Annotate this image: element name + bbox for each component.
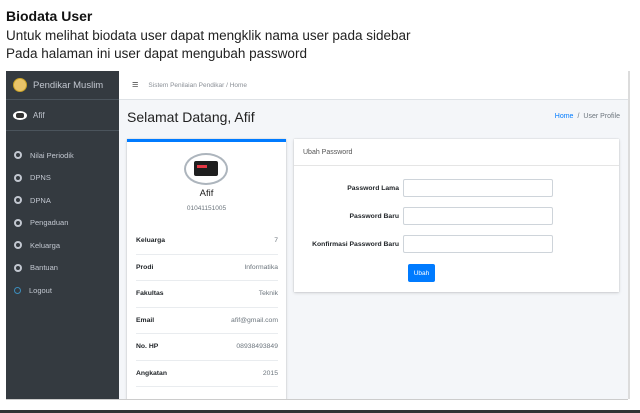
user-avatar-icon — [13, 110, 27, 120]
sidebar-item-label: Bantuan — [30, 263, 58, 273]
sidebar-item-nilai-periodik[interactable]: Nilai Periodik — [6, 144, 119, 167]
info-label: Angkatan — [136, 369, 167, 377]
page-title: Selamat Datang, Afif — [127, 109, 255, 125]
sidebar-item-label: DPNS — [30, 173, 51, 183]
sidebar-user-name[interactable]: Afif — [33, 111, 45, 120]
doc-description-line-2: Pada halaman ini user dapat mengubah pas… — [6, 46, 307, 61]
app-screenshot: Pendikar Muslim Afif Nilai Periodik DPNS… — [6, 71, 628, 400]
info-value: 08938493849 — [236, 343, 278, 351]
info-label: Prodi — [136, 263, 154, 271]
dashboard-icon — [14, 151, 22, 160]
info-label: Keluarga — [136, 237, 166, 245]
top-navbar: ≡ Sistem Penilaian Pendikar / Home — [119, 71, 628, 100]
list-item: No. HP 08938493849 — [136, 334, 278, 361]
breadcrumb-separator: / — [577, 113, 580, 120]
profile-card: Afif 01041151005 Keluarga 7 Prodi Inform… — [127, 139, 286, 399]
confirm-password-field[interactable] — [403, 235, 553, 253]
list-item: Fakultas Teknik — [136, 281, 278, 308]
sidebar-item-dpna[interactable]: DPNA — [6, 189, 119, 212]
info-value: 2015 — [262, 369, 278, 377]
breadcrumb: Home / User Profile — [555, 113, 620, 120]
sidebar-item-label: Logout — [29, 285, 52, 295]
info-value: Teknik — [258, 290, 278, 298]
top-breadcrumb: Sistem Penilaian Pendikar / Home — [148, 81, 248, 89]
list-item: Prodi Informatika — [136, 255, 278, 281]
list-item: Keluarga 7 — [136, 228, 278, 255]
sidebar-item-dpns[interactable]: DPNS — [6, 167, 119, 190]
dashboard-icon — [14, 218, 22, 227]
breadcrumb-home-link[interactable]: Home — [555, 113, 574, 120]
change-password-card: Ubah Password Password Lama Password Bar… — [294, 139, 619, 292]
info-label: Fakultas — [136, 290, 164, 298]
sidebar: Pendikar Muslim Afif Nilai Periodik DPNS… — [6, 71, 119, 399]
page-edge-shadow — [628, 71, 630, 399]
info-value: 7 — [274, 237, 278, 245]
profile-name: Afif — [199, 188, 214, 199]
info-value: Informatika — [244, 263, 278, 271]
menu-toggle-icon[interactable]: ≡ — [132, 79, 138, 91]
sidebar-item-keluarga[interactable]: Keluarga — [6, 234, 119, 257]
sidebar-item-label: Pengaduan — [30, 218, 69, 228]
dashboard-icon — [14, 263, 22, 272]
info-value: afif@gmail.com — [231, 316, 278, 324]
brand-link[interactable]: Pendikar Muslim — [6, 71, 119, 100]
form-row-old-password: Password Lama — [294, 179, 619, 197]
circle-icon — [14, 286, 21, 294]
doc-description-line-1: Untuk melihat biodata user dapat mengkli… — [6, 28, 411, 43]
sidebar-item-bantuan[interactable]: Bantuan — [6, 257, 119, 280]
brand-title: Pendikar Muslim — [33, 79, 104, 91]
dashboard-icon — [14, 241, 22, 250]
form-row-confirm-password: Konfirmasi Password Baru — [294, 235, 619, 253]
list-item: Angkatan 2015 — [136, 361, 278, 387]
form-row-new-password: Password Baru — [294, 207, 619, 225]
brand-logo-icon — [13, 78, 27, 92]
sidebar-nav: Nilai Periodik DPNS DPNA Pengaduan Kelua… — [6, 144, 119, 302]
sidebar-item-label: DPNA — [30, 195, 51, 205]
info-label: Email — [136, 316, 155, 324]
sidebar-user-panel[interactable]: Afif — [6, 100, 119, 131]
profile-id: 01041151005 — [186, 205, 227, 212]
new-password-field[interactable] — [403, 207, 553, 225]
doc-heading: Biodata User — [6, 8, 93, 24]
sidebar-item-label: Nilai Periodik — [30, 150, 74, 160]
info-label: No. HP — [136, 343, 159, 351]
breadcrumb-current: User Profile — [583, 113, 620, 120]
confirm-password-label: Konfirmasi Password Baru — [312, 240, 399, 248]
sidebar-item-pengaduan[interactable]: Pengaduan — [6, 212, 119, 235]
monitor-icon — [194, 161, 218, 176]
old-password-label: Password Lama — [347, 184, 399, 192]
list-item: Email afif@gmail.com — [136, 308, 278, 334]
dashboard-icon — [14, 173, 22, 182]
sidebar-item-logout[interactable]: Logout — [6, 279, 119, 302]
change-password-button[interactable]: Ubah — [408, 264, 435, 282]
profile-info-list: Keluarga 7 Prodi Informatika Fakultas Te… — [136, 228, 278, 387]
sidebar-item-label: Keluarga — [30, 240, 61, 250]
profile-avatar — [184, 153, 228, 185]
change-password-header: Ubah Password — [294, 139, 619, 166]
new-password-label: Password Baru — [349, 212, 399, 220]
old-password-field[interactable] — [403, 179, 553, 197]
dashboard-icon — [14, 196, 22, 205]
